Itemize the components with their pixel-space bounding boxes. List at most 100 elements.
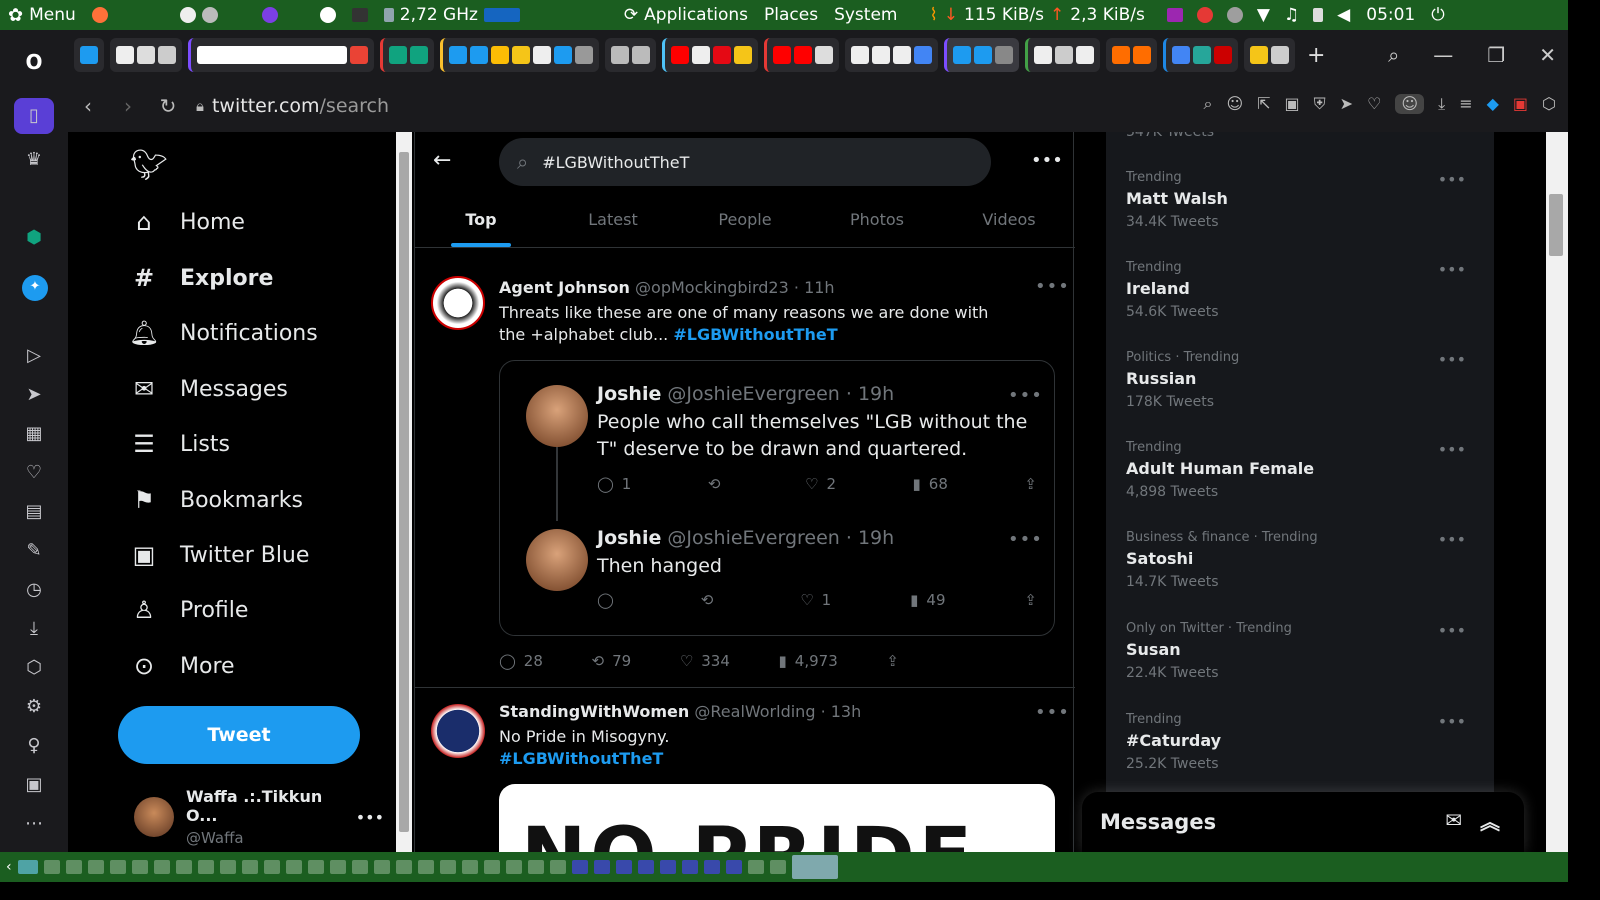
news-icon[interactable]: ▤ (22, 500, 46, 524)
workspace-icon[interactable]: ▯ (14, 98, 54, 134)
tab-group-1[interactable] (74, 38, 104, 72)
send-page-icon[interactable]: ➤ (1340, 94, 1353, 114)
tweet-avatar[interactable] (431, 704, 485, 758)
cube-icon[interactable]: ⬡ (22, 656, 46, 680)
taskbar-app-icon[interactable] (549, 860, 566, 874)
terminal-icon[interactable] (351, 8, 368, 22)
quoted-more-icon[interactable]: ••• (1008, 385, 1043, 406)
messages-drawer[interactable]: Messages ✉ ︽ (1082, 792, 1524, 852)
gears-icon[interactable] (201, 7, 218, 23)
tweet[interactable]: Agent Johnson @opMockingbird23 · 11h •••… (415, 260, 1075, 688)
trend-item[interactable]: Trending Adult Human Female 4,898 Tweets… (1126, 440, 1476, 530)
purple-app-icon[interactable] (1166, 8, 1183, 22)
info-icon[interactable] (1226, 7, 1243, 23)
tab-group-9[interactable] (845, 38, 938, 72)
tab-group-2[interactable] (110, 38, 182, 72)
minimize-icon[interactable]: — (1433, 43, 1453, 67)
account-switcher[interactable]: Waffa .:.Tikkun O... @Waffa ••• (134, 787, 384, 847)
taskbar-app-icon[interactable] (87, 860, 104, 874)
applications-menu[interactable]: ⟳ Applications (616, 5, 756, 25)
edit-icon[interactable]: ✎ (22, 539, 46, 563)
emoji-icon[interactable]: ☺ (1226, 94, 1243, 114)
taskbar-app-icon[interactable] (527, 860, 544, 874)
views-button[interactable]: ▮ 68 (913, 475, 948, 493)
clock[interactable]: 05:01 (1358, 5, 1423, 25)
share-tweet-button[interactable]: ⇪ (1024, 591, 1037, 609)
nav-messages[interactable]: ✉ Messages (130, 375, 288, 403)
nav-profile[interactable]: ♙ Profile (130, 596, 248, 624)
taskbar-app-icon[interactable] (417, 860, 434, 874)
forward-button[interactable]: › (108, 94, 148, 118)
account-icon[interactable]: ☺ (1395, 94, 1425, 114)
firefox-launcher[interactable] (84, 7, 116, 23)
quoted-author-name[interactable]: Joshie (597, 527, 661, 549)
reply-button[interactable]: ◯ 28 (499, 652, 543, 670)
retweet-button[interactable]: ⟲ 79 (592, 652, 632, 670)
quoted-avatar[interactable] (526, 385, 588, 447)
tweet-time[interactable]: · 11h (794, 278, 835, 297)
tab-people[interactable]: People (679, 196, 811, 247)
nav-notifications[interactable]: 🔔︎ Notifications (129, 319, 318, 347)
retweet-button[interactable]: ⟲ (701, 591, 722, 609)
tab-group-12[interactable] (1106, 38, 1157, 72)
url-field[interactable]: twitter.com/search (212, 95, 389, 117)
player-icon[interactable]: ▷ (22, 344, 46, 368)
opera-logo-icon[interactable]: O (22, 50, 46, 74)
font-icon[interactable] (179, 7, 196, 23)
taskbar-app-icon[interactable] (153, 860, 170, 874)
trend-item[interactable]: Trending Matt Walsh 34.4K Tweets ••• (1126, 170, 1476, 260)
tab-top[interactable]: Top (415, 196, 547, 247)
like-button[interactable]: ♡ 2 (805, 475, 836, 493)
share-tweet-button[interactable]: ⇪ (1024, 475, 1037, 493)
send-icon[interactable]: ➤ (22, 383, 46, 407)
taskbar-app-icon[interactable] (307, 860, 324, 874)
back-button[interactable]: ‹ (68, 94, 108, 118)
bookmark-heart-icon[interactable]: ♡ (1367, 94, 1381, 114)
crown-icon[interactable]: ♛ (22, 148, 46, 172)
views-button[interactable]: ▮ 4,973 (779, 652, 838, 670)
new-message-icon[interactable]: ✉ (1445, 808, 1462, 832)
tab-group-14[interactable] (1244, 38, 1295, 72)
taskbar-app-icon[interactable] (43, 860, 60, 874)
taskbar-app-icon[interactable] (219, 860, 236, 874)
like-button[interactable]: ♡ 1 (800, 591, 831, 609)
menu-button[interactable]: ✿ Menu (0, 5, 84, 26)
gem-ext-icon[interactable]: ◆ (1487, 94, 1499, 114)
battery-icon[interactable] (1313, 8, 1324, 22)
downloads-icon[interactable]: ⤓ (22, 617, 46, 641)
quoted-tweet[interactable]: Joshie @JoshieEvergreen · 19h ••• People… (499, 360, 1055, 636)
taskbar-app-icon[interactable] (659, 860, 676, 874)
taskbar-app-icon[interactable] (725, 860, 742, 874)
retweet-button[interactable]: ⟲ (708, 475, 729, 493)
taskbar-app-icon[interactable] (505, 860, 522, 874)
taskbar-app-icon[interactable] (593, 860, 610, 874)
taskbar-left-arrow-icon[interactable]: ‹ (6, 859, 12, 875)
trend-item[interactable]: Politics · Trending Russian 178K Tweets … (1126, 350, 1476, 440)
trend-more-icon[interactable]: ••• (1438, 170, 1466, 189)
taskbar-app-icon[interactable] (703, 860, 720, 874)
taskbar-app-icon[interactable] (65, 860, 82, 874)
apps-grid-icon[interactable]: ▦ (22, 422, 46, 446)
twitter-logo-icon[interactable]: 🐦︎ (130, 148, 168, 183)
volume-icon[interactable]: ◀ (1337, 5, 1350, 25)
download-icon[interactable]: ⤓ (1438, 94, 1445, 114)
shield-icon[interactable]: ⛨ (1314, 94, 1326, 114)
tweet-more-icon[interactable]: ••• (1035, 276, 1070, 297)
podcast-icon[interactable] (261, 7, 278, 23)
chatgpt-icon[interactable]: ⬢ (22, 226, 46, 250)
tweet-author-name[interactable]: StandingWithWomen (499, 702, 689, 721)
quoted-author-handle[interactable]: @JoshieEvergreen (667, 383, 839, 405)
tweet-more-icon[interactable]: ••• (1035, 702, 1070, 723)
back-arrow-icon[interactable]: ← (433, 148, 451, 173)
nav-twitter-blue[interactable]: ▣ Twitter Blue (130, 541, 310, 569)
show-desktop-icon[interactable] (17, 860, 38, 874)
taskbar-app-icon[interactable] (461, 860, 478, 874)
trend-item[interactable]: Trending Ireland 54.6K Tweets ••• (1126, 260, 1476, 350)
cube-ext-icon[interactable]: ⬡ (1542, 94, 1556, 114)
reply-button[interactable]: ◯ 1 (597, 475, 631, 493)
heart-icon[interactable]: ♡ (22, 461, 46, 485)
easy-setup-icon[interactable]: ≡ (1459, 94, 1472, 114)
taskbar-app-icon[interactable] (615, 860, 632, 874)
trend-more-icon[interactable]: ••• (1438, 350, 1466, 369)
taskbar-app-icon[interactable] (109, 860, 126, 874)
